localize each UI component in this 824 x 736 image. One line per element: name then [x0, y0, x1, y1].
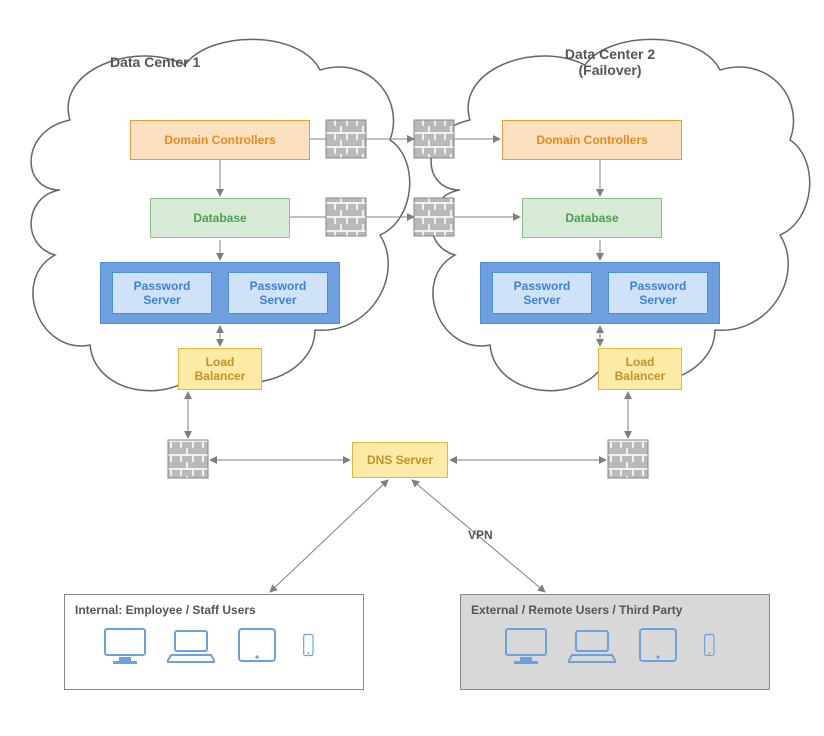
external-users: External / Remote Users / Third Party [460, 594, 770, 690]
external-users-label: External / Remote Users / Third Party [471, 603, 759, 617]
dc2-password-server-2: Password Server [608, 272, 708, 314]
laptop-icon [167, 625, 215, 665]
laptop-icon [568, 625, 616, 665]
vpn-label: VPN [468, 528, 493, 542]
dc1-password-server-1: Password Server [112, 272, 212, 314]
device-row [471, 625, 759, 665]
monitor-icon [502, 625, 550, 665]
dc1-domain-controllers: Domain Controllers [130, 120, 310, 160]
tablet-icon [233, 625, 281, 665]
dc1-load-balancer: Load Balancer [178, 348, 262, 390]
dns-server: DNS Server [352, 442, 448, 478]
phone-icon [299, 625, 327, 665]
dc2-database: Database [522, 198, 662, 238]
dc2-load-balancer: Load Balancer [598, 348, 682, 390]
phone-icon [700, 625, 728, 665]
internal-users-label: Internal: Employee / Staff Users [75, 603, 353, 617]
dc1-password-server-2: Password Server [228, 272, 328, 314]
dc1-database: Database [150, 198, 290, 238]
diagram-root: Data Center 1 Data Center 2(Failover) Do… [0, 0, 824, 736]
internal-users: Internal: Employee / Staff Users [64, 594, 364, 690]
dc2-title: Data Center 2(Failover) [540, 46, 680, 78]
device-row [75, 625, 353, 665]
dc1-title: Data Center 1 [110, 54, 200, 70]
dc2-domain-controllers: Domain Controllers [502, 120, 682, 160]
tablet-icon [634, 625, 682, 665]
dc2-password-server-1: Password Server [492, 272, 592, 314]
monitor-icon [101, 625, 149, 665]
